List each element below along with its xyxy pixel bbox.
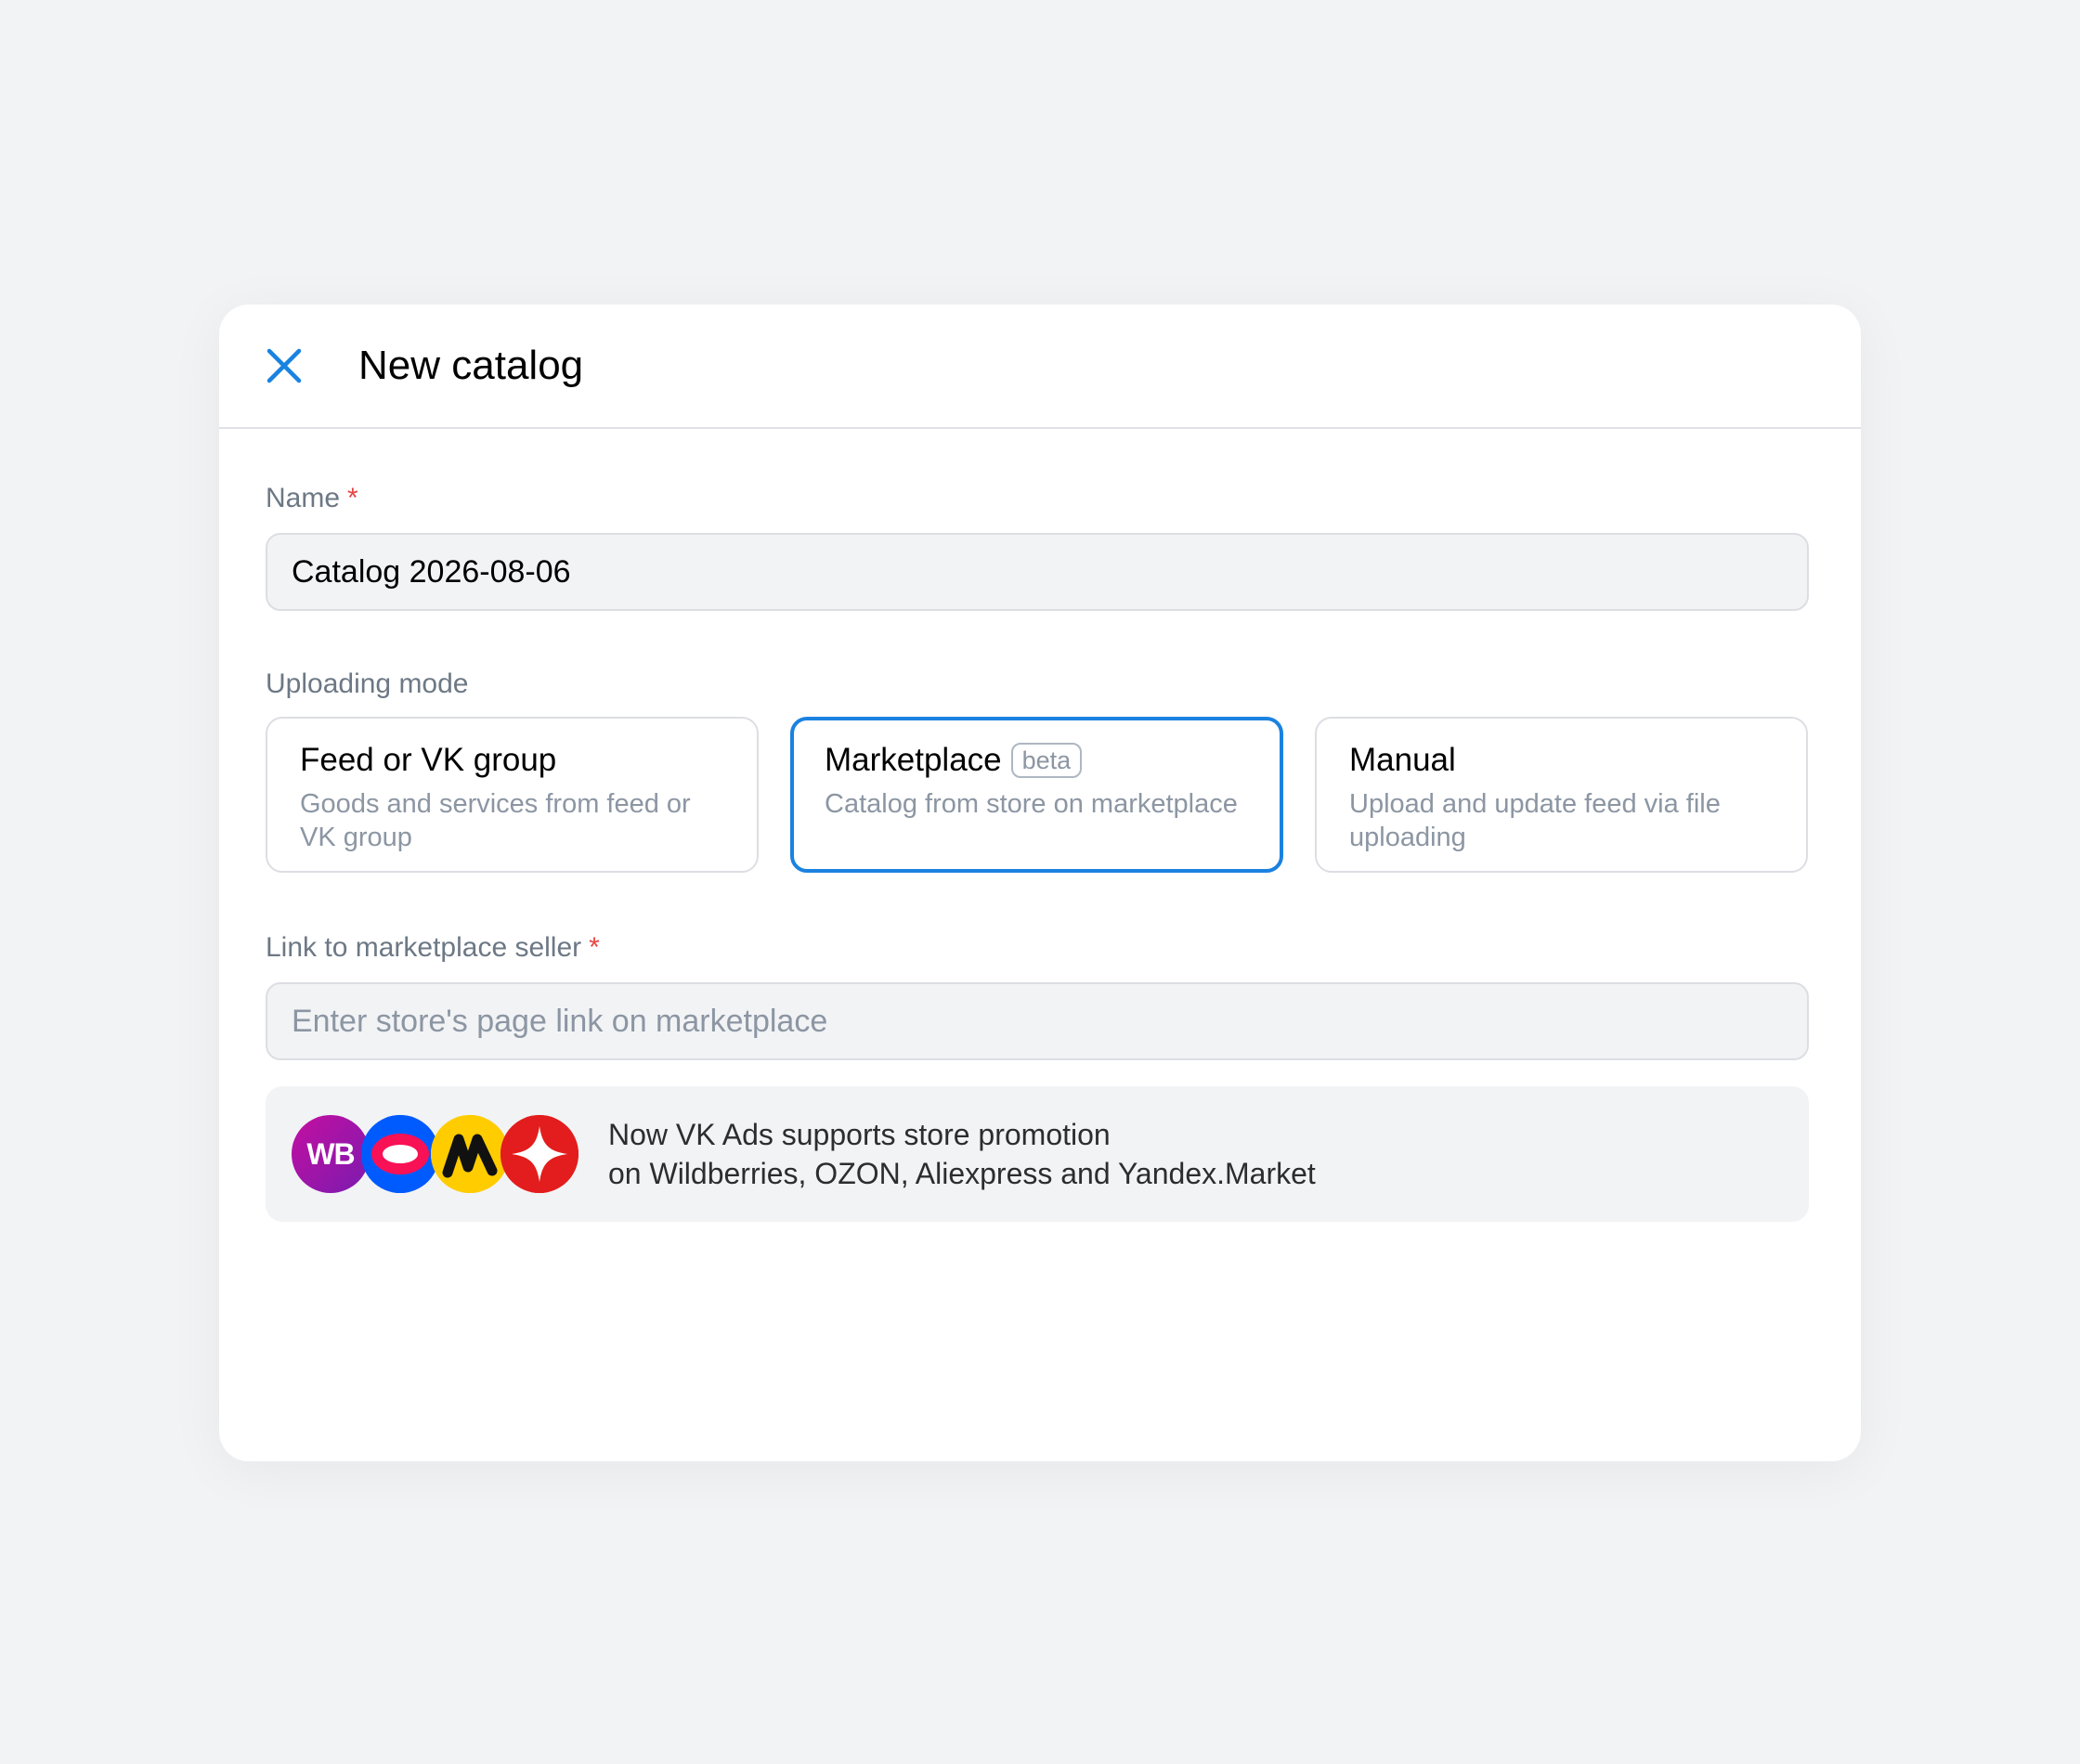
name-label-text: Name: [266, 483, 341, 513]
aliexpress-logo-mark: [500, 1115, 578, 1193]
mode-option-title-text: Marketplace: [825, 742, 1002, 778]
banner-text-line: Now VK Ads supports store promotion: [608, 1118, 1111, 1151]
aliexpress-logo: [500, 1115, 578, 1193]
mode-option-marketplace[interactable]: Marketplace beta Catalog from store on m…: [790, 717, 1283, 873]
mode-option-description: Catalog from store on marketplace: [825, 789, 1238, 819]
seller-link-input[interactable]: [266, 982, 1809, 1060]
ozon-logo-mark: [361, 1115, 439, 1193]
name-label: Name *: [266, 483, 1813, 514]
required-mark: *: [589, 932, 600, 963]
modal-title: New catalog: [358, 343, 584, 388]
seller-link-label: Link to marketplace seller *: [266, 932, 1813, 964]
wildberries-logo-text: WB: [306, 1136, 355, 1171]
uploading-mode-options: Feed or VK group Goods and services from…: [266, 717, 1813, 873]
seller-link-label-text: Link to marketplace seller: [266, 932, 582, 963]
name-input[interactable]: [266, 533, 1809, 611]
beta-badge: beta: [1010, 743, 1083, 778]
mode-option-title-text: Manual: [1349, 742, 1456, 778]
mode-option-title: Manual: [1349, 739, 1774, 782]
banner-text: Now VK Ads supports store promotion on W…: [608, 1115, 1316, 1193]
marketplace-support-banner: WB Now VK Ads supports store promotion o…: [266, 1086, 1809, 1222]
mode-option-title: Feed or VK group: [300, 739, 725, 782]
ozon-logo: [361, 1115, 439, 1193]
mode-option-description: Upload and update feed via file uploadin…: [1349, 789, 1721, 852]
yandex-market-logo: [431, 1115, 509, 1193]
close-button[interactable]: [260, 342, 308, 390]
modal-body: Name * Uploading mode Feed or VK group G…: [219, 429, 1861, 1222]
mode-option-description: Goods and services from feed or VK group: [300, 789, 691, 852]
required-mark: *: [347, 483, 358, 513]
wildberries-logo: WB: [292, 1115, 370, 1193]
mode-option-feed[interactable]: Feed or VK group Goods and services from…: [266, 717, 759, 873]
mode-option-title: Marketplace beta: [825, 739, 1250, 782]
mode-option-manual[interactable]: Manual Upload and update feed via file u…: [1315, 717, 1808, 873]
new-catalog-modal: New catalog Name * Uploading mode Feed o…: [219, 305, 1861, 1461]
yandex-market-logo-mark: [431, 1115, 509, 1193]
marketplace-logos: WB: [292, 1115, 578, 1193]
uploading-mode-label: Uploading mode: [266, 668, 469, 699]
modal-header: New catalog: [219, 305, 1861, 429]
close-icon: [266, 348, 302, 383]
banner-text-line: on Wildberries, OZON, Aliexpress and Yan…: [608, 1157, 1316, 1190]
mode-option-title-text: Feed or VK group: [300, 742, 557, 778]
